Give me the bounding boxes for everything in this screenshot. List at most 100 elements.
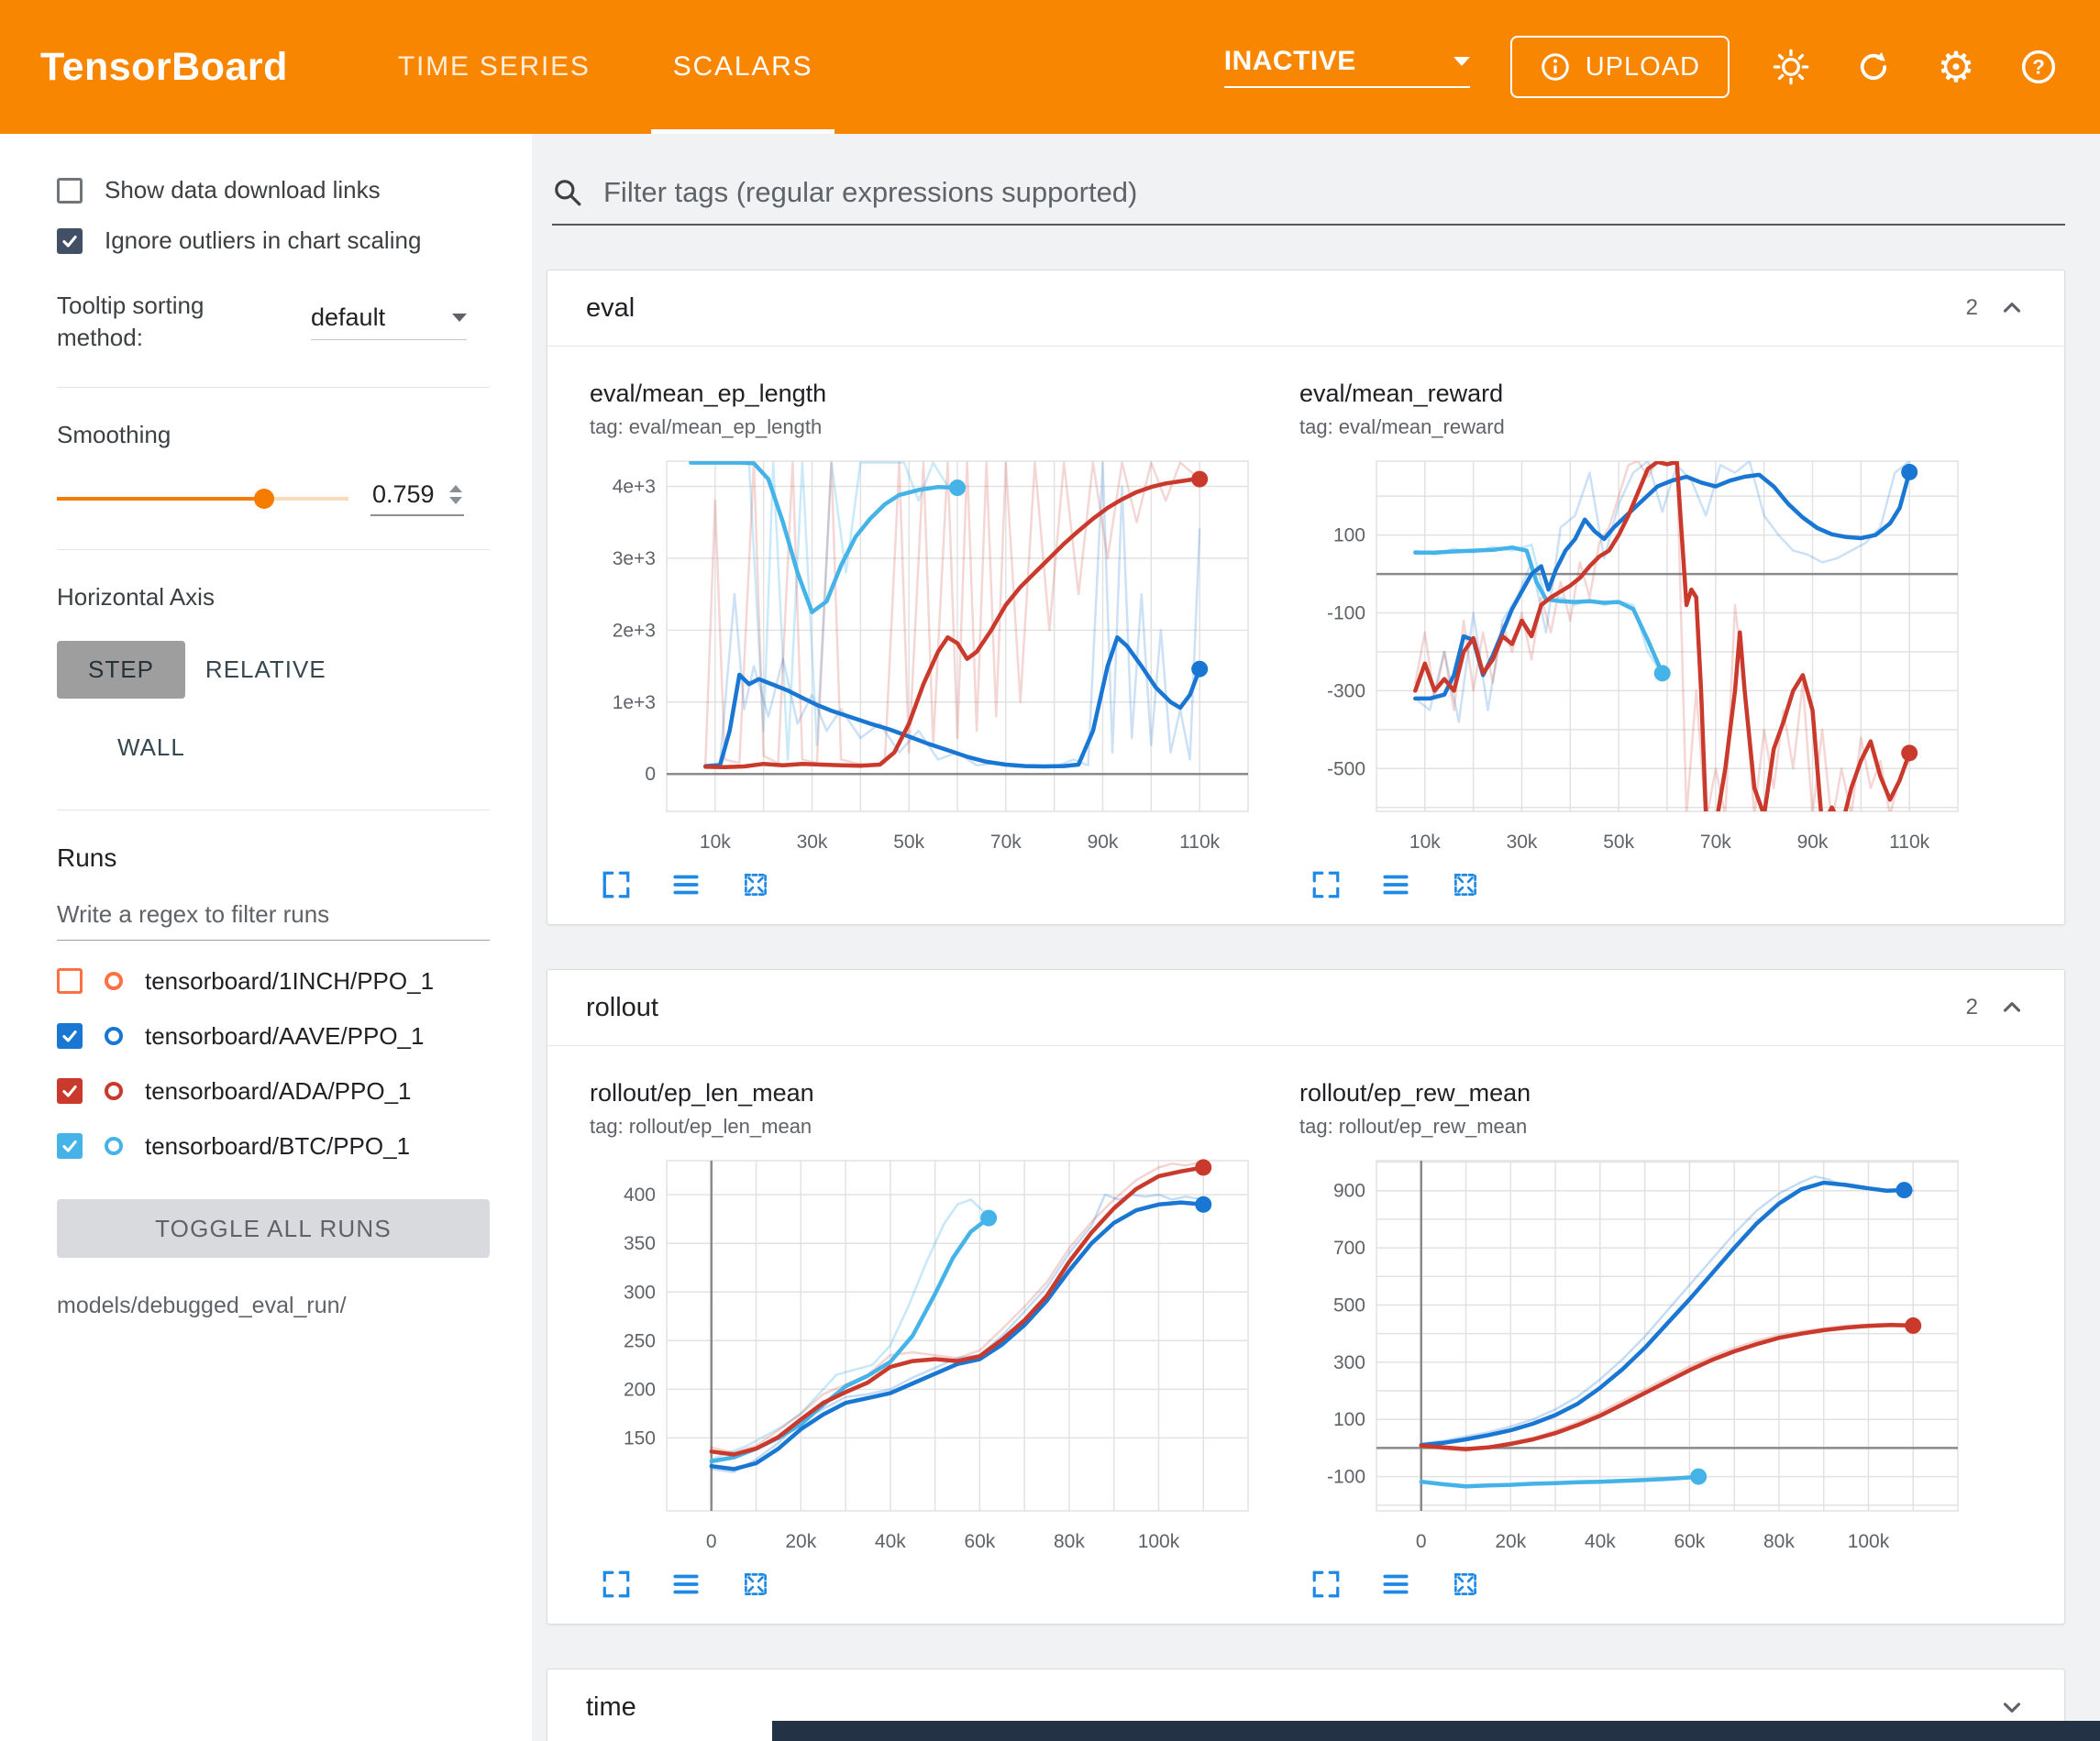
horizontal-axis-options-row2: WALL	[57, 719, 490, 777]
chevron-down-icon[interactable]	[1998, 1693, 2026, 1721]
svg-text:70k: 70k	[1700, 832, 1731, 853]
toggle-y-axis-icon[interactable]	[670, 869, 702, 900]
refresh-icon[interactable]	[1852, 46, 1895, 88]
section-count: 2	[1966, 295, 1978, 321]
tab-scalars[interactable]: SCALARS	[651, 0, 835, 134]
section-title: eval	[586, 293, 635, 324]
tooltip-sorting-select[interactable]: default	[311, 303, 467, 340]
svg-text:-100: -100	[1327, 603, 1365, 624]
number-stepper[interactable]	[449, 485, 462, 504]
svg-text:80k: 80k	[1054, 1531, 1085, 1552]
svg-text:110k: 110k	[1889, 832, 1929, 853]
run-row-aave[interactable]: tensorboard/AAVE/PPO_1	[57, 1008, 490, 1063]
chart-rollout-ep-len-mean: rollout/ep_len_mean tag: rollout/ep_len_…	[590, 1079, 1276, 1600]
expand-chart-icon[interactable]	[1310, 869, 1342, 900]
run-checkbox[interactable]	[57, 968, 83, 994]
chart-toolbar	[1310, 869, 1985, 900]
smoothing-label: Smoothing	[57, 421, 490, 449]
svg-text:1e+3: 1e+3	[613, 692, 656, 713]
ignore-outliers-checkbox[interactable]	[57, 228, 83, 254]
brightness-icon[interactable]	[1770, 46, 1812, 88]
section-rollout: rollout 2 rollout/ep_len_mean tag: rollo…	[547, 969, 2065, 1625]
filter-tags-row[interactable]: Filter tags (regular expressions support…	[552, 176, 2065, 226]
svg-text:-100: -100	[1327, 1467, 1365, 1488]
svg-text:10k: 10k	[700, 832, 731, 853]
section-eval-header[interactable]: eval 2	[547, 270, 2064, 346]
header-controls: INACTIVE UPLOAD ⚙	[1224, 36, 2060, 98]
chart-tag: tag: eval/mean_reward	[1299, 415, 1985, 439]
svg-text:350: 350	[624, 1233, 656, 1254]
partial-bottom-bar	[772, 1721, 2100, 1741]
chart-plot[interactable]: 10k30k50k70k90k110k01e+32e+33e+34e+3	[590, 448, 1276, 867]
toggle-y-axis-icon[interactable]	[1380, 1569, 1411, 1600]
run-checkbox[interactable]	[57, 1133, 83, 1159]
divider	[57, 549, 490, 550]
chevron-down-icon	[1453, 57, 1470, 66]
expand-chart-icon[interactable]	[601, 869, 632, 900]
chart-eval-mean-reward: eval/mean_reward tag: eval/mean_reward 1…	[1299, 380, 1985, 900]
expand-chart-icon[interactable]	[1310, 1569, 1342, 1600]
chart-title: eval/mean_reward	[1299, 380, 1985, 408]
chart-plot[interactable]: 10k30k50k70k90k110k100-100-300-500	[1299, 448, 1985, 867]
help-icon[interactable]: ?	[2017, 46, 2060, 88]
chevron-up-icon[interactable]	[1998, 994, 2026, 1021]
smoothing-slider-knob[interactable]	[254, 489, 274, 509]
toggle-y-axis-icon[interactable]	[670, 1569, 702, 1600]
smoothing-value-box[interactable]: 0.759	[370, 480, 464, 516]
run-row-btc[interactable]: tensorboard/BTC/PPO_1	[57, 1118, 490, 1174]
chart-tag: tag: rollout/ep_rew_mean	[1299, 1115, 1985, 1139]
show-download-links-row[interactable]: Show data download links	[57, 176, 490, 204]
status-dropdown[interactable]: INACTIVE	[1224, 46, 1470, 88]
svg-text:100: 100	[1333, 1409, 1365, 1430]
info-icon	[1540, 51, 1571, 83]
section-rollout-header[interactable]: rollout 2	[547, 970, 2064, 1045]
fit-domain-icon[interactable]	[740, 869, 771, 900]
runs-filter-input[interactable]: Write a regex to filter runs	[57, 900, 490, 941]
axis-option-relative[interactable]: RELATIVE	[185, 641, 347, 699]
fit-domain-icon[interactable]	[1450, 869, 1481, 900]
smoothing-value[interactable]: 0.759	[372, 480, 446, 509]
app-title: TensorBoard	[40, 45, 288, 90]
run-row-1inch[interactable]: tensorboard/1INCH/PPO_1	[57, 953, 490, 1008]
run-checkbox[interactable]	[57, 1078, 83, 1104]
ignore-outliers-row[interactable]: Ignore outliers in chart scaling	[57, 226, 490, 255]
chart-tag: tag: rollout/ep_len_mean	[590, 1115, 1276, 1139]
stepper-down-icon[interactable]	[449, 497, 462, 504]
svg-text:?: ?	[2032, 56, 2045, 79]
upload-button-label: UPLOAD	[1586, 52, 1700, 83]
toggle-all-runs-button[interactable]: TOGGLE ALL RUNS	[57, 1199, 490, 1258]
chart-plot[interactable]: 020k40k60k80k100k150200250300350400	[590, 1148, 1276, 1567]
chevron-up-icon[interactable]	[1998, 294, 2026, 322]
smoothing-slider[interactable]	[57, 487, 348, 511]
upload-button[interactable]: UPLOAD	[1510, 36, 1730, 98]
filter-tags-input[interactable]: Filter tags (regular expressions support…	[603, 176, 1137, 209]
chart-title: rollout/ep_len_mean	[590, 1079, 1276, 1107]
settings-icon[interactable]: ⚙	[1935, 46, 1977, 88]
run-label: tensorboard/BTC/PPO_1	[145, 1132, 410, 1161]
axis-option-wall[interactable]: WALL	[97, 719, 205, 777]
svg-text:30k: 30k	[797, 832, 828, 853]
chart-rollout-ep-rew-mean: rollout/ep_rew_mean tag: rollout/ep_rew_…	[1299, 1079, 1985, 1600]
svg-text:-300: -300	[1327, 680, 1365, 701]
chart-title: eval/mean_ep_length	[590, 380, 1276, 408]
axis-option-step[interactable]: STEP	[57, 641, 185, 699]
fit-domain-icon[interactable]	[740, 1569, 771, 1600]
expand-chart-icon[interactable]	[601, 1569, 632, 1600]
app-header: TensorBoard TIME SERIES SCALARS INACTIVE…	[0, 0, 2100, 134]
fit-domain-icon[interactable]	[1450, 1569, 1481, 1600]
run-color-ring	[105, 1082, 123, 1100]
tab-time-series[interactable]: TIME SERIES	[376, 0, 613, 134]
svg-text:10k: 10k	[1409, 832, 1441, 853]
run-color-ring	[105, 1137, 123, 1155]
svg-text:-500: -500	[1327, 758, 1365, 779]
toggle-y-axis-icon[interactable]	[1380, 869, 1411, 900]
svg-text:0: 0	[706, 1531, 717, 1552]
svg-text:40k: 40k	[875, 1531, 906, 1552]
stepper-up-icon[interactable]	[449, 485, 462, 492]
chart-plot[interactable]: 020k40k60k80k100k-100100300500700900	[1299, 1148, 1985, 1567]
svg-text:70k: 70k	[990, 832, 1022, 853]
show-download-links-checkbox[interactable]	[57, 178, 83, 204]
run-checkbox[interactable]	[57, 1023, 83, 1049]
horizontal-axis-label: Horizontal Axis	[57, 583, 490, 612]
run-row-ada[interactable]: tensorboard/ADA/PPO_1	[57, 1063, 490, 1118]
